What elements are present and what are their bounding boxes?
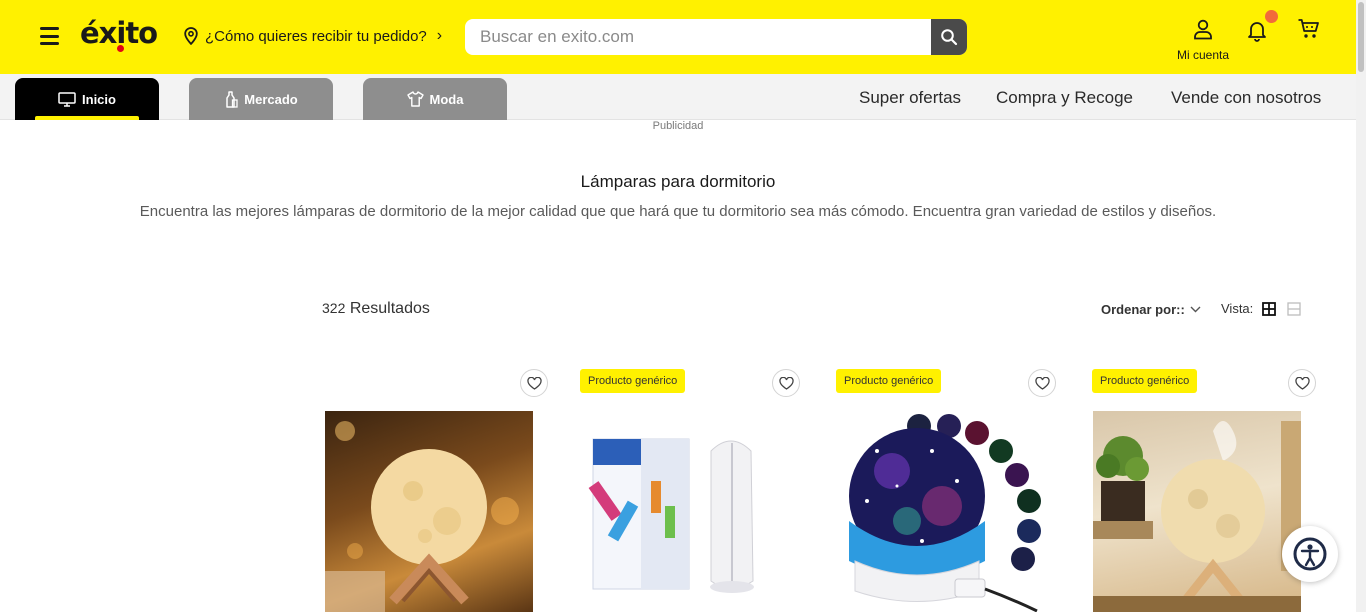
account-label: Mi cuenta	[1176, 48, 1230, 62]
moon-lamp-illustration	[325, 421, 519, 612]
sort-label: Ordenar por::	[1101, 302, 1185, 317]
tab-inicio[interactable]: Inicio	[15, 78, 159, 120]
heart-icon	[1294, 376, 1310, 390]
cart-icon	[1298, 19, 1319, 38]
product-image-moon-humidifier[interactable]	[1093, 411, 1301, 612]
results-count: 322 Resultados	[322, 300, 430, 318]
folding-lamp-illustration	[588, 438, 754, 593]
account-button[interactable]: Mi cuenta	[1170, 18, 1236, 62]
product-image-star-projector[interactable]	[837, 411, 1045, 612]
results-label: Resultados	[349, 300, 430, 317]
bell-icon	[1248, 22, 1266, 42]
results-number: 322	[322, 300, 346, 316]
search-bar	[465, 19, 967, 55]
bottle-icon	[226, 90, 238, 108]
grid-view-icon[interactable]	[1262, 302, 1276, 316]
tab-mercado[interactable]: Mercado	[189, 78, 333, 120]
heart-icon	[778, 376, 794, 390]
accessibility-button[interactable]	[1282, 526, 1338, 582]
view-label: Vista:	[1221, 301, 1254, 316]
search-icon	[941, 29, 958, 46]
delivery-selector[interactable]: ¿Cómo quieres recibir tu pedido? ›	[183, 27, 442, 45]
link-super-ofertas[interactable]: Super ofertas	[859, 88, 961, 108]
logo-dot	[117, 45, 124, 52]
tab-label: Inicio	[82, 91, 116, 107]
star-projector-illustration	[849, 414, 1041, 612]
product-image-folding-lamp[interactable]	[581, 411, 789, 612]
monitor-icon	[58, 91, 76, 107]
link-compra-y-recoge[interactable]: Compra y Recoge	[996, 88, 1133, 108]
menu-icon[interactable]	[40, 27, 59, 45]
favorite-button[interactable]	[772, 369, 800, 397]
product-card: Producto genérico	[580, 366, 800, 612]
tab-label: Mercado	[244, 91, 298, 107]
generic-product-badge: Producto genérico	[836, 369, 942, 393]
top-header: éxito ¿Cómo quieres recibir tu pedido? ›…	[0, 0, 1356, 74]
notifications-button[interactable]	[1245, 10, 1278, 47]
category-nav: Inicio Mercado Moda Super ofertas Compra…	[0, 74, 1356, 120]
location-pin-icon	[184, 27, 198, 45]
product-image-moon-lamp[interactable]	[325, 411, 533, 612]
search-input[interactable]	[465, 19, 931, 55]
chevron-right-icon: ›	[436, 27, 443, 44]
delivery-prompt: ¿Cómo quieres recibir tu pedido?	[205, 27, 427, 45]
link-vende-con-nosotros[interactable]: Vende con nosotros	[1171, 88, 1321, 108]
page-scrollbar[interactable]	[1356, 0, 1366, 612]
list-view-icon[interactable]	[1287, 302, 1301, 316]
shirt-icon	[406, 91, 424, 107]
search-button[interactable]	[931, 19, 967, 55]
cart-button[interactable]	[1297, 18, 1321, 45]
accessibility-icon	[1293, 537, 1327, 571]
category-description: Encuentra las mejores lámparas de dormit…	[139, 203, 1217, 220]
generic-product-badge: Producto genérico	[1092, 369, 1198, 393]
heart-icon	[1034, 376, 1050, 390]
product-card: Producto genérico	[1092, 366, 1316, 612]
favorite-button[interactable]	[1288, 369, 1316, 397]
notification-badge	[1265, 10, 1278, 23]
chevron-down-icon	[1190, 306, 1201, 313]
page-title: Lámparas para dormitorio	[580, 172, 776, 191]
heart-icon	[526, 376, 542, 390]
product-card	[324, 366, 548, 612]
user-icon	[1194, 19, 1212, 40]
scrollbar-thumb[interactable]	[1358, 2, 1364, 72]
moon-humidifier-illustration	[1093, 421, 1301, 612]
sort-dropdown[interactable]: Ordenar por::	[1101, 302, 1201, 317]
product-card: Producto genérico	[836, 366, 1056, 612]
favorite-button[interactable]	[520, 369, 548, 397]
tab-label: Moda	[429, 91, 464, 107]
favorite-button[interactable]	[1028, 369, 1056, 397]
tab-moda[interactable]: Moda	[363, 78, 507, 120]
ad-label: Publicidad	[652, 120, 704, 132]
generic-product-badge: Producto genérico	[580, 369, 686, 393]
